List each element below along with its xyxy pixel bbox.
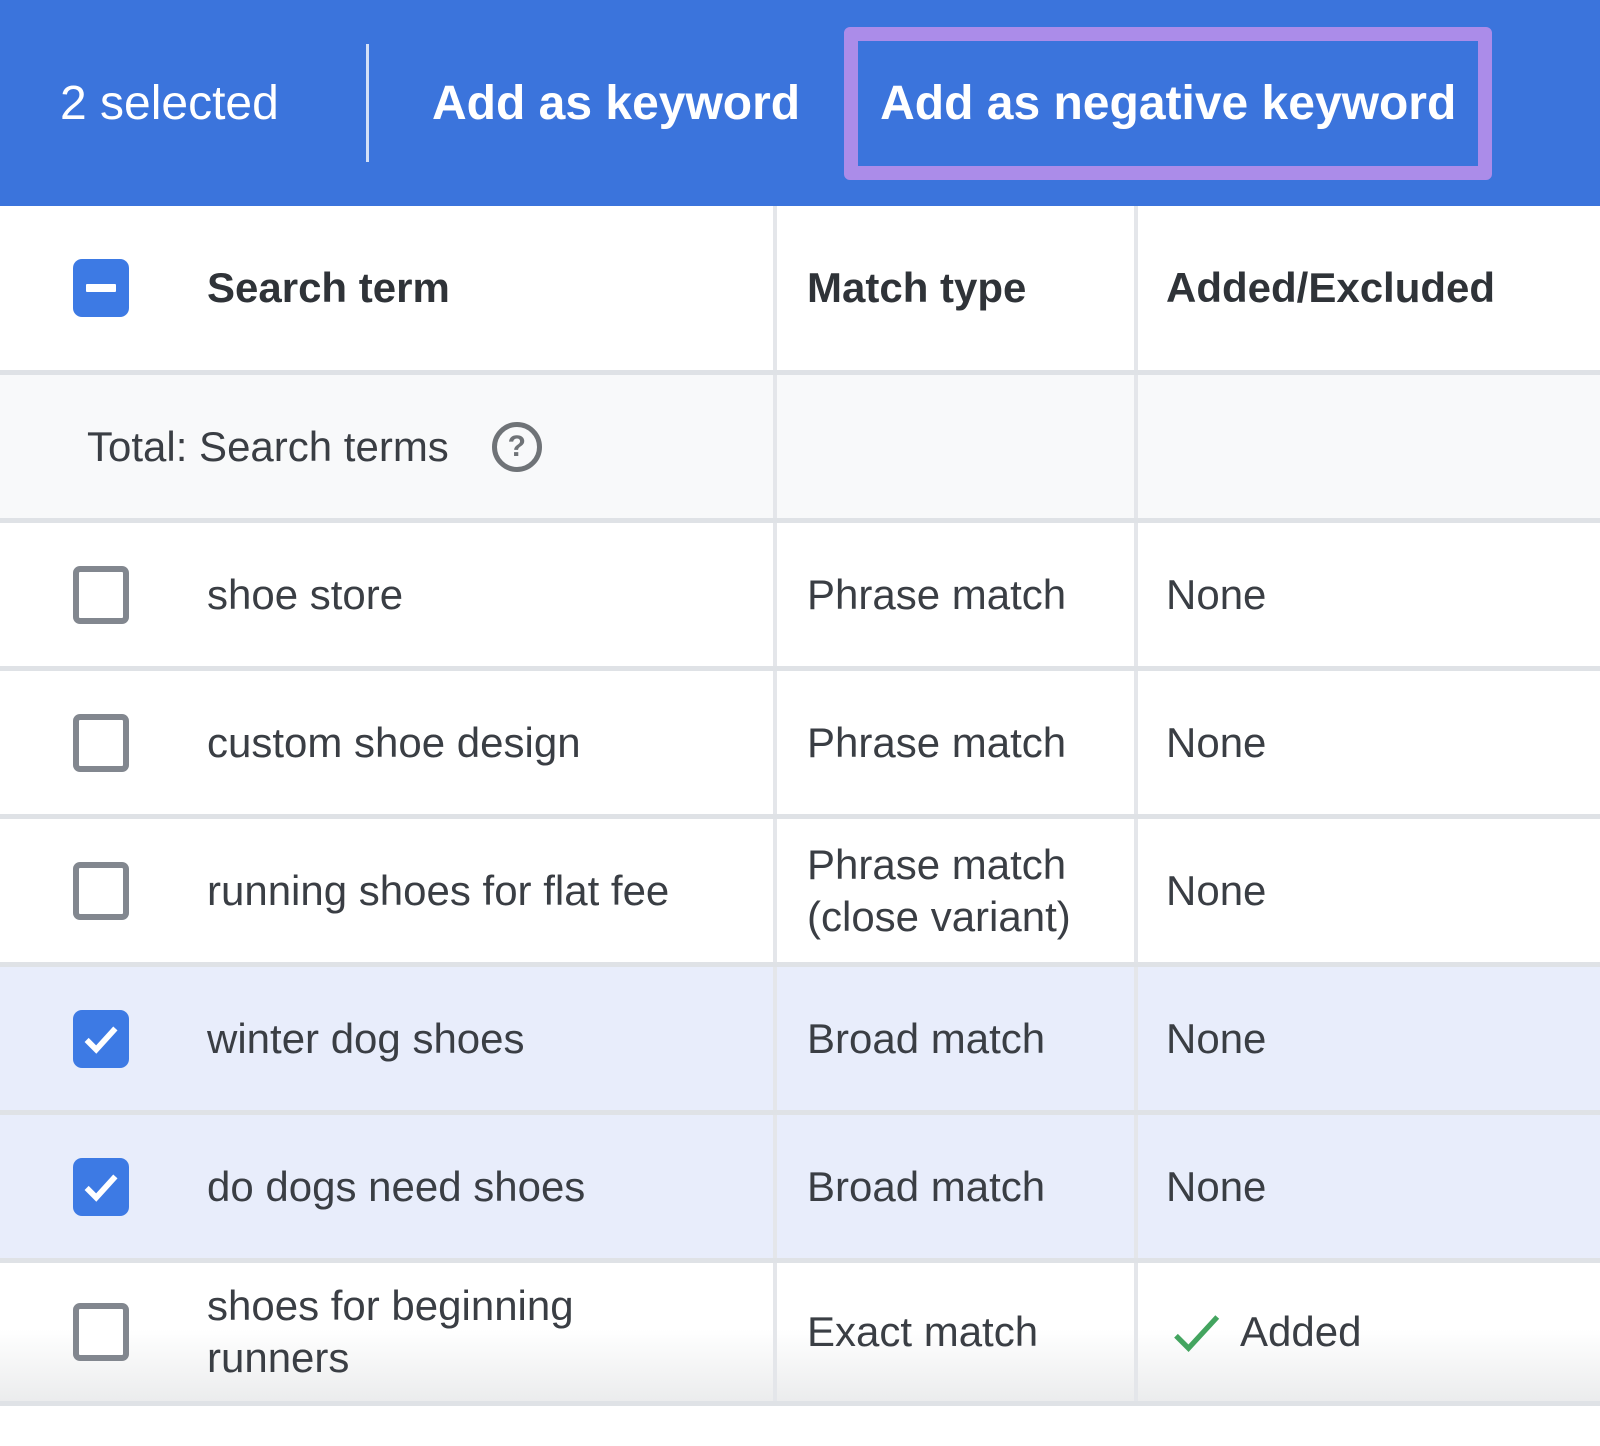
add-as-negative-keyword-button[interactable]: Add as negative keyword xyxy=(880,76,1456,131)
match-type-text: Phrase match xyxy=(807,569,1066,621)
table-row: shoes for beginning runners Exact match … xyxy=(0,1258,1600,1406)
added-excluded-text: Added xyxy=(1240,1306,1361,1358)
match-type-text: Exact match xyxy=(807,1306,1038,1358)
check-icon xyxy=(78,1164,124,1210)
action-bar-divider xyxy=(366,44,369,162)
total-row: Total: Search terms ? xyxy=(0,370,1600,518)
added-excluded-text: None xyxy=(1166,1013,1266,1065)
search-term-text: running shoes for flat fee xyxy=(207,865,669,917)
row-checkbox[interactable] xyxy=(73,1303,129,1361)
help-icon[interactable]: ? xyxy=(492,422,542,472)
row-checkbox[interactable] xyxy=(73,714,129,772)
search-terms-page: 2 selected Add as keyword Add as negativ… xyxy=(0,0,1600,1446)
row-checkbox[interactable] xyxy=(73,1158,129,1216)
row-checkbox[interactable] xyxy=(73,862,129,920)
table-row: custom shoe design Phrase match None xyxy=(0,666,1600,814)
table-row: winter dog shoes Broad match None xyxy=(0,962,1600,1110)
table-row: running shoes for flat fee Phrase match … xyxy=(0,814,1600,962)
search-term-text: shoes for beginning runners xyxy=(207,1280,637,1384)
add-as-keyword-button[interactable]: Add as keyword xyxy=(432,76,800,131)
column-header-search-term[interactable]: Search term xyxy=(207,262,450,314)
search-terms-table: Search term Match type Added/Excluded To… xyxy=(0,206,1600,1406)
match-type-text: Broad match xyxy=(807,1161,1045,1213)
check-icon xyxy=(78,1016,124,1062)
row-checkbox[interactable] xyxy=(73,1010,129,1068)
added-excluded-text: None xyxy=(1166,717,1266,769)
added-excluded-text: None xyxy=(1166,1161,1266,1213)
search-term-text: custom shoe design xyxy=(207,717,581,769)
match-type-text: Broad match xyxy=(807,1013,1045,1065)
selection-action-bar: 2 selected Add as keyword Add as negativ… xyxy=(0,0,1600,206)
table-row: shoe store Phrase match None xyxy=(0,518,1600,666)
selected-count-label: 2 selected xyxy=(60,76,306,131)
highlight-box: Add as negative keyword xyxy=(844,27,1492,180)
search-term-text: winter dog shoes xyxy=(207,1013,525,1065)
added-check-icon xyxy=(1166,1302,1226,1362)
table-header-row: Search term Match type Added/Excluded xyxy=(0,206,1600,370)
select-all-checkbox[interactable] xyxy=(73,259,129,317)
table-row: do dogs need shoes Broad match None xyxy=(0,1110,1600,1258)
column-header-match-type[interactable]: Match type xyxy=(807,262,1026,314)
row-checkbox[interactable] xyxy=(73,566,129,624)
column-header-added-excluded[interactable]: Added/Excluded xyxy=(1166,262,1495,314)
match-type-text: Phrase match xyxy=(807,717,1066,769)
match-type-text: Phrase match (close variant) xyxy=(807,839,1122,943)
added-excluded-text: None xyxy=(1166,569,1266,621)
added-excluded-text: None xyxy=(1166,865,1266,917)
search-term-text: shoe store xyxy=(207,569,403,621)
search-term-text: do dogs need shoes xyxy=(207,1161,585,1213)
total-row-label: Total: Search terms xyxy=(87,421,449,473)
